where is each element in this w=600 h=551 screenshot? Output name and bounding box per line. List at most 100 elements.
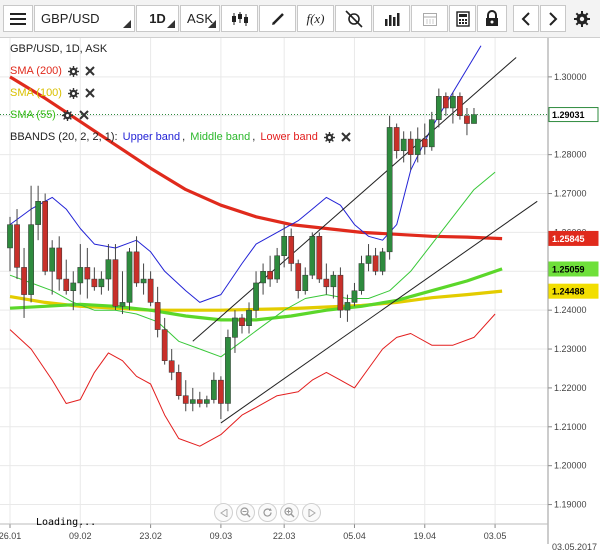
candle-body <box>393 127 400 152</box>
x-tick-label: 09.03 <box>210 531 233 541</box>
candle-body <box>56 247 63 280</box>
sma55-settings-button[interactable] <box>61 109 73 121</box>
loading-status: Loading... <box>36 517 97 528</box>
candle-body <box>7 224 13 249</box>
candle-body <box>365 255 372 264</box>
chevron-right-icon <box>549 11 558 26</box>
crosshair-button[interactable] <box>335 5 372 32</box>
drawing-tools-button[interactable] <box>259 5 296 32</box>
symbol-selector[interactable]: GBP/USD <box>34 5 135 32</box>
chart-type-button[interactable] <box>221 5 258 32</box>
series-middle-band <box>9 171 496 358</box>
candle-body <box>105 259 112 280</box>
chevron-down-icon <box>167 20 175 28</box>
trendlines[interactable] <box>192 57 538 424</box>
x-tick-label: 22.03 <box>273 531 296 541</box>
x-tick-label: 03.05 <box>484 531 507 541</box>
toolbar: GBP/USD 1D ASK f(x) <box>0 0 600 38</box>
gear-icon <box>61 109 73 121</box>
candle-body <box>309 236 316 276</box>
candle-body <box>386 127 393 253</box>
gear-icon <box>67 65 79 77</box>
gear-icon <box>67 87 79 99</box>
sma200-remove-button[interactable] <box>85 66 95 76</box>
candle-body <box>21 267 27 295</box>
candle-body <box>35 201 41 225</box>
x-tick-label: 23.02 <box>139 531 162 541</box>
bbands-settings-button[interactable] <box>323 131 335 143</box>
badge-text: 1.24488 <box>552 287 585 297</box>
legend-sma55: SMA (55) <box>10 109 91 121</box>
pan-right-button[interactable] <box>302 503 321 522</box>
zoom-out-button[interactable] <box>236 503 255 522</box>
candle-body <box>421 138 428 148</box>
candle-body <box>28 224 34 295</box>
y-tick-label: 1.19000 <box>554 500 587 510</box>
zoom-out-icon <box>240 507 251 518</box>
price-side-selector[interactable]: ASK <box>180 5 220 32</box>
badge-text: 1.25845 <box>552 234 585 244</box>
candle-body <box>49 247 56 272</box>
indicators-button[interactable]: f(x) <box>297 5 334 32</box>
scroll-right-button[interactable] <box>540 5 566 32</box>
reset-zoom-button[interactable] <box>258 503 277 522</box>
candle-body <box>147 278 154 303</box>
candle-body <box>316 236 323 280</box>
menu-button[interactable] <box>3 5 33 32</box>
candle-body <box>288 236 295 264</box>
x-tick-label: 19.04 <box>414 531 437 541</box>
bbands-lower-label: Lower band <box>260 131 318 143</box>
zoom-in-button[interactable] <box>280 503 299 522</box>
legend-title-row: GBP/USD, 1D, ASK <box>10 43 109 55</box>
candle-body <box>239 317 245 326</box>
bbands-remove-button[interactable] <box>341 132 351 142</box>
candle-body <box>274 255 280 280</box>
calendar-button[interactable] <box>411 5 448 32</box>
bbands-upper-label: Upper band <box>122 131 181 143</box>
volume-button[interactable] <box>373 5 410 32</box>
candle-body <box>351 290 358 303</box>
legend-sma200: SMA (200) <box>10 65 97 77</box>
bbands-middle-label: Middle band <box>190 131 251 143</box>
candle-body <box>464 115 470 124</box>
date-axis: 26.01 09.02 23.02 09.03 22.03 05.04 19.04 03.05… <box>0 523 597 551</box>
bar-chart-icon <box>384 12 399 26</box>
candle-body <box>435 96 442 120</box>
candle-body <box>140 278 147 284</box>
candle-body <box>358 263 365 291</box>
fx-label: f(x) <box>306 10 325 26</box>
sma200-settings-button[interactable] <box>67 65 79 77</box>
sma55-remove-button[interactable] <box>79 110 89 120</box>
close-icon <box>341 132 351 142</box>
legend-sma100: SMA (100) <box>10 87 97 99</box>
candle-body <box>253 282 259 311</box>
x-tick-label: 05.04 <box>343 531 366 541</box>
candle-body <box>126 251 133 303</box>
candle-body <box>175 372 182 396</box>
candle-body <box>196 399 203 404</box>
chevron-left-icon <box>521 11 530 26</box>
candle-body <box>63 278 70 291</box>
x-tick-label: 09.02 <box>69 531 92 541</box>
candle-body <box>133 251 140 284</box>
candle-body <box>112 259 119 307</box>
series-sma-200 <box>9 75 503 241</box>
candlestick-icon <box>231 11 248 26</box>
calculator-button[interactable] <box>449 5 476 32</box>
sma100-settings-button[interactable] <box>67 87 79 99</box>
scroll-left-button[interactable] <box>513 5 539 32</box>
candle-body <box>295 263 302 291</box>
candle-body <box>344 302 351 311</box>
candle-body <box>457 96 463 117</box>
chart-area[interactable]: 1.300001.290001.280001.270001.260001.250… <box>0 38 600 551</box>
pan-left-button[interactable] <box>214 503 233 522</box>
candle-body <box>218 379 224 404</box>
candle-body <box>203 399 210 404</box>
settings-button[interactable] <box>568 5 596 32</box>
sma100-remove-button[interactable] <box>85 88 95 98</box>
candle-body <box>161 329 168 361</box>
lock-button[interactable] <box>477 5 507 32</box>
timeframe-selector[interactable]: 1D <box>136 5 179 32</box>
gear-icon <box>574 10 590 27</box>
candle-body <box>281 236 288 256</box>
